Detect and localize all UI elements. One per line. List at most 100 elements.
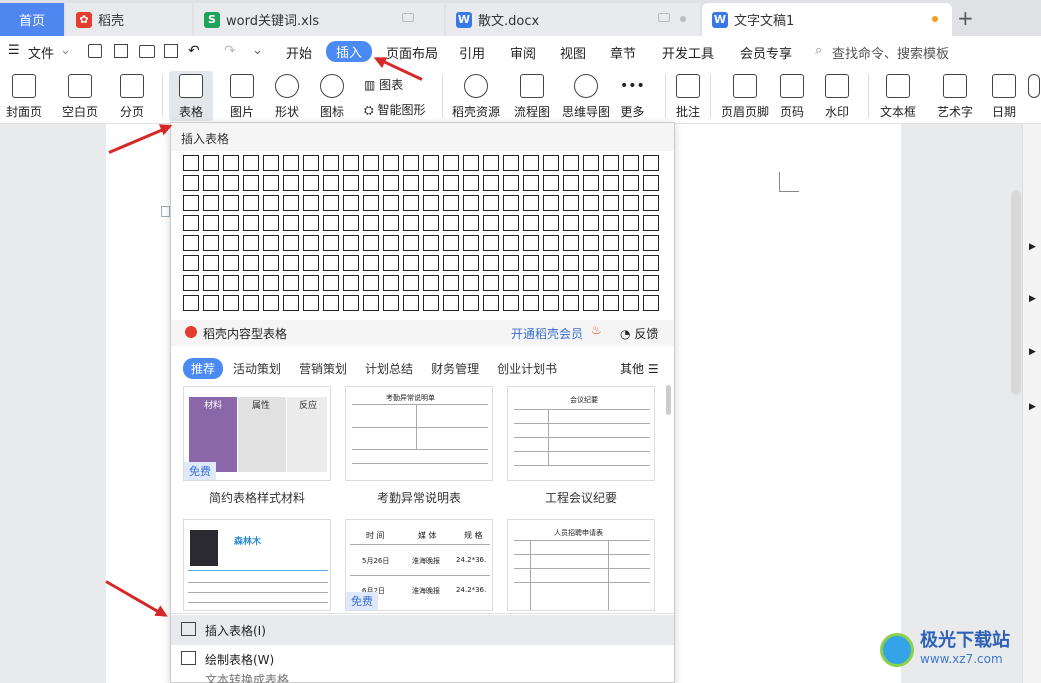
blank-page-button[interactable]: 空白页 [62, 74, 98, 120]
grid-cell[interactable] [283, 255, 299, 271]
category-recommend[interactable]: 推荐 [183, 358, 224, 379]
picture-button[interactable]: 图片 [230, 74, 254, 120]
grid-cell[interactable] [483, 255, 499, 271]
grid-cell[interactable] [323, 215, 339, 231]
grid-cell[interactable] [483, 195, 499, 211]
grid-cell[interactable] [223, 255, 239, 271]
grid-cell[interactable] [603, 155, 619, 171]
grid-cell[interactable] [603, 295, 619, 311]
grid-cell[interactable] [483, 295, 499, 311]
grid-cell[interactable] [503, 275, 519, 291]
text-to-table-menu-item[interactable]: 文本转换成表格 [171, 671, 674, 683]
grid-cell[interactable] [363, 295, 379, 311]
grid-cell[interactable] [343, 255, 359, 271]
tab-spreadsheet[interactable]: Sword关键词.xls [194, 3, 444, 36]
grid-cell[interactable] [283, 295, 299, 311]
open-member-link[interactable]: 开通稻壳会员 [511, 325, 583, 342]
grid-cell[interactable] [403, 275, 419, 291]
grid-cell[interactable] [483, 175, 499, 191]
watermark-button[interactable]: 水印 [825, 74, 849, 120]
export-icon[interactable] [114, 44, 128, 58]
grid-cell[interactable] [583, 215, 599, 231]
grid-cell[interactable] [223, 155, 239, 171]
grid-cell[interactable] [343, 215, 359, 231]
menu-review[interactable]: 审阅 [510, 43, 536, 62]
grid-cell[interactable] [323, 255, 339, 271]
grid-cell[interactable] [463, 155, 479, 171]
grid-cell[interactable] [523, 155, 539, 171]
grid-cell[interactable] [423, 195, 439, 211]
grid-cell[interactable] [643, 275, 659, 291]
shape-button[interactable]: 形状 [275, 74, 299, 120]
grid-cell[interactable] [643, 215, 659, 231]
grid-cell[interactable] [443, 235, 459, 251]
grid-cell[interactable] [403, 295, 419, 311]
grid-cell[interactable] [263, 155, 279, 171]
table-button[interactable]: 表格 [169, 71, 213, 121]
preview-icon[interactable] [164, 44, 178, 58]
grid-cell[interactable] [623, 275, 639, 291]
grid-cell[interactable] [183, 215, 199, 231]
grid-cell[interactable] [643, 195, 659, 211]
smart-art-button[interactable]: ⛭ 智能图形 [364, 101, 425, 118]
menu-insert[interactable]: 插入 [326, 41, 373, 62]
grid-cell[interactable] [383, 255, 399, 271]
grid-cell[interactable] [643, 295, 659, 311]
template-card[interactable]: 森林木 [183, 519, 331, 611]
grid-cell[interactable] [403, 195, 419, 211]
menu-view[interactable]: 视图 [560, 43, 586, 62]
expand-arrow-icon[interactable]: ▶ [1029, 294, 1036, 304]
grid-cell[interactable] [523, 195, 539, 211]
grid-cell[interactable] [283, 275, 299, 291]
grid-cell[interactable] [343, 275, 359, 291]
grid-cell[interactable] [543, 215, 559, 231]
new-tab-button[interactable]: + [957, 6, 974, 30]
grid-cell[interactable] [523, 275, 539, 291]
grid-cell[interactable] [563, 295, 579, 311]
grid-cell[interactable] [263, 255, 279, 271]
grid-cell[interactable] [523, 175, 539, 191]
grid-cell[interactable] [303, 195, 319, 211]
grid-cell[interactable] [623, 175, 639, 191]
grid-cell[interactable] [423, 275, 439, 291]
grid-cell[interactable] [623, 235, 639, 251]
grid-cell[interactable] [543, 295, 559, 311]
grid-cell[interactable] [503, 215, 519, 231]
grid-cell[interactable] [203, 155, 219, 171]
grid-cell[interactable] [583, 155, 599, 171]
comment-button[interactable]: 批注 [676, 74, 700, 120]
menu-developer[interactable]: 开发工具 [662, 43, 714, 62]
page-break-button[interactable]: 分页 [120, 74, 144, 120]
textbox-button[interactable]: 文本框 [880, 74, 916, 120]
menu-start[interactable]: 开始 [286, 43, 312, 62]
grid-cell[interactable] [363, 215, 379, 231]
grid-cell[interactable] [623, 195, 639, 211]
template-card[interactable]: 考勤异常说明单 [345, 386, 493, 481]
grid-cell[interactable] [623, 215, 639, 231]
menu-chapter[interactable]: 章节 [610, 43, 636, 62]
grid-cell[interactable] [643, 255, 659, 271]
chevron-down-icon[interactable]: ⌄ [60, 43, 71, 58]
grid-cell[interactable] [263, 275, 279, 291]
grid-cell[interactable] [203, 235, 219, 251]
grid-cell[interactable] [583, 195, 599, 211]
grid-cell[interactable] [543, 195, 559, 211]
insert-table-menu-item[interactable]: 插入表格(I) [171, 615, 674, 645]
grid-cell[interactable] [403, 175, 419, 191]
grid-cell[interactable] [323, 235, 339, 251]
grid-cell[interactable] [443, 275, 459, 291]
chart-button[interactable]: ▥ 图表 [364, 76, 403, 93]
grid-cell[interactable] [643, 235, 659, 251]
header-footer-button[interactable]: 页眉页脚 [721, 74, 769, 120]
expand-arrow-icon[interactable]: ▶ [1029, 402, 1036, 412]
category-event[interactable]: 活动策划 [225, 358, 289, 379]
undo-icon[interactable]: ↶ [188, 43, 200, 59]
daoke-resource-button[interactable]: 稻壳资源 [452, 74, 500, 120]
grid-cell[interactable] [183, 235, 199, 251]
grid-cell[interactable] [303, 215, 319, 231]
grid-cell[interactable] [463, 195, 479, 211]
grid-cell[interactable] [403, 215, 419, 231]
grid-cell[interactable] [323, 195, 339, 211]
grid-cell[interactable] [523, 215, 539, 231]
grid-cell[interactable] [303, 235, 319, 251]
